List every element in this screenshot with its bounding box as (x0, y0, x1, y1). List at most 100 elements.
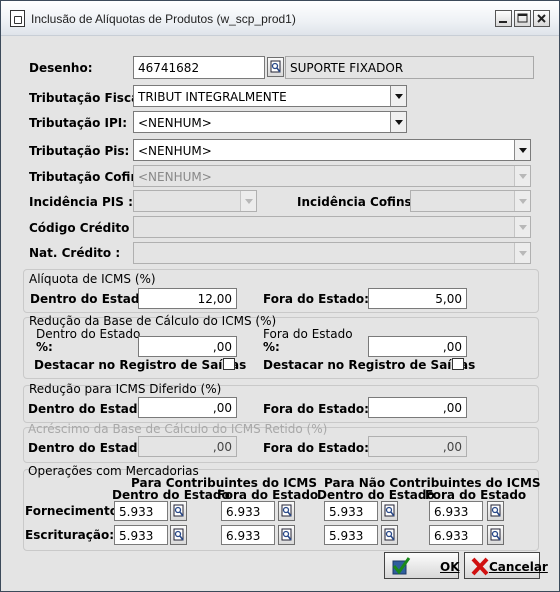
ok-button[interactable]: OK (384, 552, 460, 579)
trib-fiscal-select[interactable]: TRIBUT INTEGRALMENTE (133, 85, 407, 107)
reducao-base-fora-pct: %: (263, 340, 280, 354)
reducao-base-fora-value: ,00 (442, 340, 462, 354)
reducao-base-fora-destacar-label: Destacar no Registro de Saídas (263, 358, 476, 372)
cfop-value: 5.933 (119, 505, 154, 519)
fornecimento-nao-contrib-dentro-input[interactable]: 5.933 (324, 501, 378, 521)
escrituracao-contrib-fora-input[interactable]: 6.933 (221, 525, 275, 545)
acrescimo-dentro-label: Dentro do Estado: (28, 441, 151, 455)
escrituracao-label: Escrituração: (25, 528, 115, 542)
lookup-icon (281, 528, 292, 541)
chevron-down-icon (514, 243, 530, 263)
cfop-value: 5.933 (119, 529, 154, 543)
fornecimento-contrib-dentro-lookup[interactable] (170, 501, 187, 521)
minimize-button[interactable] (495, 10, 512, 27)
desenho-label: Desenho: (29, 61, 93, 75)
fornecimento-contrib-dentro-input[interactable]: 5.933 (114, 501, 168, 521)
maximize-button[interactable] (514, 10, 531, 27)
escrituracao-nao-contrib-fora-input[interactable]: 6.933 (429, 525, 483, 545)
cfop-value: 6.933 (226, 529, 261, 543)
reducao-diferido-fora-value: ,00 (442, 401, 462, 415)
icms-fora-value: 5,00 (435, 292, 462, 306)
fornecimento-contrib-fora-input[interactable]: 6.933 (221, 501, 275, 521)
nat-credito-label: Nat. Crédito : (29, 246, 121, 260)
destacar-dentro-checkbox[interactable] (223, 358, 235, 370)
reducao-diferido-dentro-input[interactable]: ,00 (138, 397, 237, 418)
escrituracao-contrib-dentro-input[interactable]: 5.933 (114, 525, 168, 545)
fornecimento-nao-contrib-fora-lookup[interactable] (487, 501, 504, 521)
desenho-lookup-button[interactable] (267, 57, 284, 77)
reducao-base-fora-input[interactable]: ,00 (368, 336, 467, 357)
red-x-icon (471, 557, 489, 576)
incid-cofins-label: Incidência Cofins : (297, 195, 421, 209)
trib-ipi-label: Tributação IPI: (29, 116, 128, 130)
reducao-diferido-fora-input[interactable]: ,00 (368, 397, 467, 418)
reducao-base-title: Redução da Base de Cálculo do ICMS (%) (29, 314, 277, 328)
trib-cofins-select: <NENHUM> (133, 165, 531, 187)
descricao-value: SUPORTE FIXADOR (290, 61, 404, 75)
nao-contrib-fora-header: Fora do Estado (425, 488, 527, 502)
fornecimento-nao-contrib-dentro-lookup[interactable] (381, 501, 398, 521)
trib-ipi-value: <NENHUM> (138, 116, 212, 130)
escrituracao-nao-contrib-dentro-lookup[interactable] (381, 525, 398, 545)
trib-fiscal-value: TRIBUT INTEGRALMENTE (138, 90, 287, 104)
lookup-icon (281, 504, 292, 517)
destacar-fora-checkbox[interactable] (452, 358, 464, 370)
chevron-down-icon[interactable] (390, 112, 406, 132)
escrituracao-nao-contrib-fora-lookup[interactable] (487, 525, 504, 545)
desenho-input[interactable]: 46741682 (133, 56, 265, 79)
reducao-diferido-fora-label: Fora do Estado: (263, 402, 369, 416)
nat-credito-select (133, 242, 531, 264)
fornecimento-contrib-fora-lookup[interactable] (278, 501, 295, 521)
window-title: Inclusão de Alíquotas de Produtos (w_scp… (31, 12, 296, 26)
icms-fora-label: Fora do Estado: (263, 292, 369, 306)
lookup-icon (490, 504, 501, 517)
escrituracao-contrib-fora-lookup[interactable] (278, 525, 295, 545)
acrescimo-dentro-value: ,00 (212, 440, 232, 454)
acrescimo-fora-value: ,00 (442, 440, 462, 454)
cfop-value: 6.933 (434, 529, 469, 543)
acrescimo-fora-input: ,00 (368, 436, 467, 457)
cancel-button-label: Cancelar (489, 560, 548, 574)
icms-fora-input[interactable]: 5,00 (368, 288, 467, 309)
reducao-diferido-title: Redução para ICMS Diferido (%) (29, 382, 222, 396)
cfop-value: 5.933 (329, 505, 364, 519)
app-icon (10, 10, 25, 27)
trib-fiscal-label: Tributação Fiscal: (29, 91, 149, 105)
ok-button-label: OK (440, 560, 460, 574)
cfop-value: 6.933 (226, 505, 261, 519)
maximize-icon (517, 13, 528, 23)
escrituracao-contrib-dentro-lookup[interactable] (170, 525, 187, 545)
reducao-base-dentro-pct: %: (36, 340, 53, 354)
minimize-icon (499, 21, 507, 23)
cancel-button[interactable]: Cancelar (464, 552, 548, 579)
contrib-fora-header: Fora do Estado (217, 488, 319, 502)
close-button[interactable] (533, 10, 550, 27)
trib-ipi-select[interactable]: <NENHUM> (133, 111, 407, 133)
chevron-down-icon[interactable] (514, 140, 530, 160)
trib-pis-value: <NENHUM> (138, 144, 212, 158)
cod-credito-select (133, 216, 531, 238)
icms-dentro-input[interactable]: 12,00 (138, 288, 237, 309)
acrescimo-title: Acréscimo da Base de Cálculo do ICMS Ret… (28, 422, 328, 436)
acrescimo-fora-label: Fora do Estado: (263, 441, 369, 455)
trib-pis-select[interactable]: <NENHUM> (133, 139, 531, 161)
escrituracao-nao-contrib-dentro-input[interactable]: 5.933 (324, 525, 378, 545)
reducao-base-fora-title: Fora do Estado (263, 327, 353, 341)
fornecimento-nao-contrib-fora-input[interactable]: 6.933 (429, 501, 483, 521)
reducao-diferido-dentro-label: Dentro do Estado: (28, 402, 151, 416)
chevron-down-icon (514, 217, 530, 237)
nao-contrib-dentro-header: Dentro do Estado (317, 488, 435, 502)
dialog-window: Inclusão de Alíquotas de Produtos (w_scp… (0, 0, 560, 592)
reducao-base-dentro-input[interactable]: ,00 (138, 336, 237, 357)
lookup-icon (173, 528, 184, 541)
chevron-down-icon[interactable] (390, 86, 406, 106)
desenho-value: 46741682 (138, 61, 200, 75)
icms-dentro-value: 12,00 (197, 292, 232, 306)
check-icon (392, 557, 411, 575)
reducao-diferido-dentro-value: ,00 (212, 401, 232, 415)
trib-pis-label: Tributação Pis: (29, 144, 130, 158)
lookup-icon (173, 504, 184, 517)
title-bar[interactable]: Inclusão de Alíquotas de Produtos (w_scp… (1, 1, 559, 36)
reducao-base-dentro-value: ,00 (212, 340, 232, 354)
close-icon (537, 14, 546, 23)
